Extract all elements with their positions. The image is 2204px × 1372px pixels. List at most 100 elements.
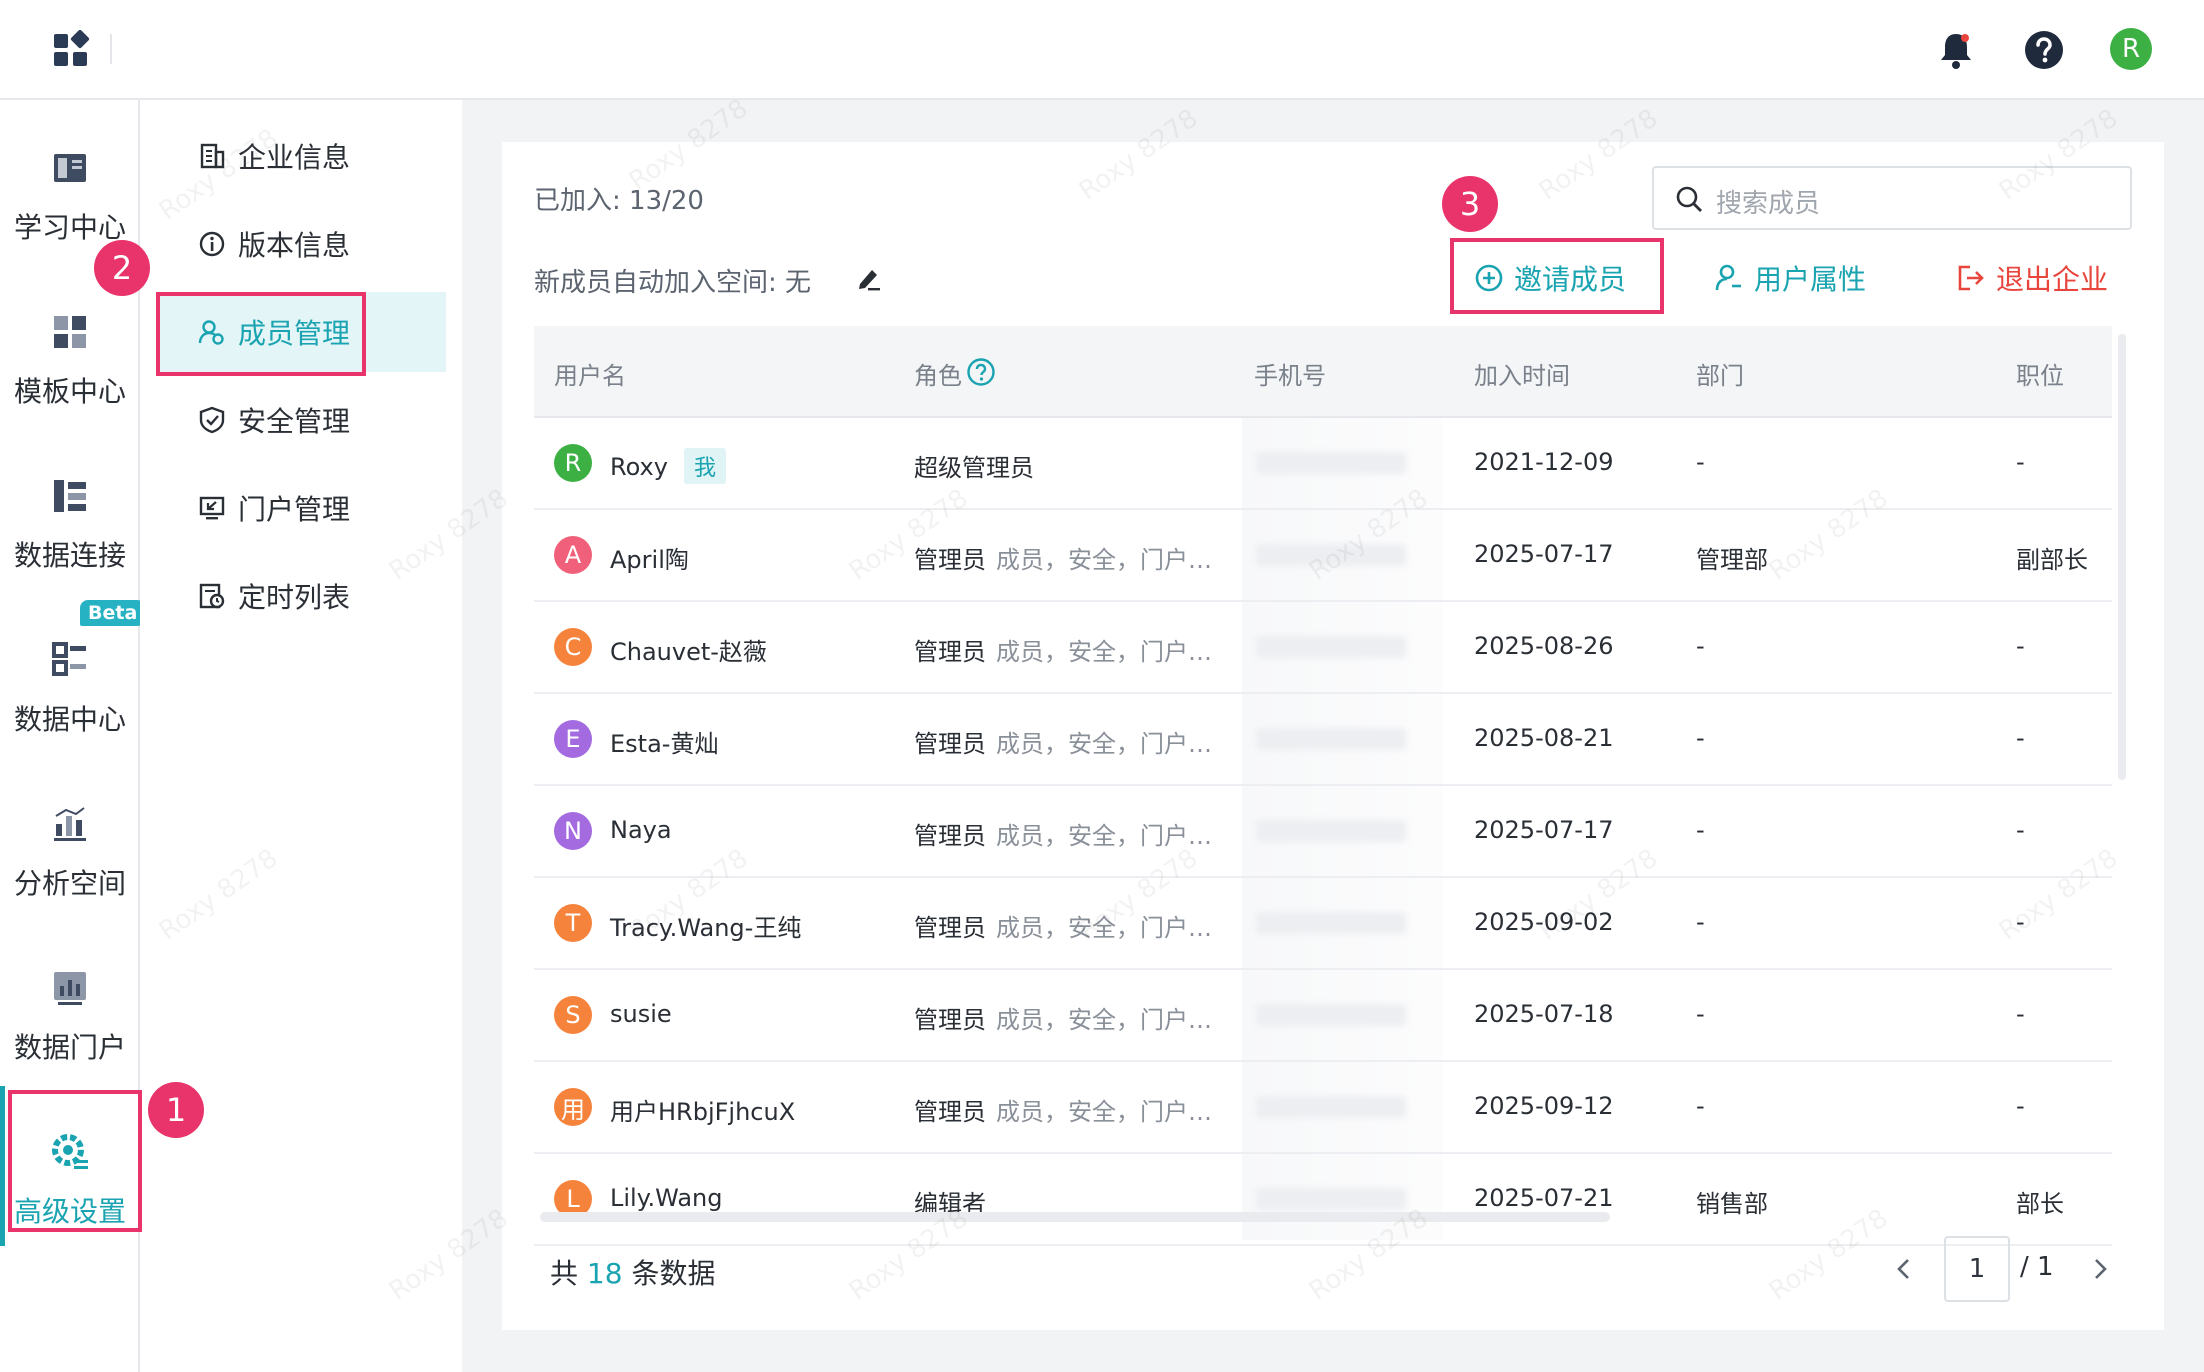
portal-icon [199, 496, 225, 520]
member-phone-redacted [1256, 820, 1406, 842]
member-role: 管理员 [914, 546, 986, 574]
sub-item-version-info[interactable]: 版本信息 [156, 204, 446, 284]
sub-item-label: 版本信息 [238, 229, 351, 262]
highlight-member-management [156, 292, 366, 376]
member-join-date: 2025-07-17 [1474, 816, 1614, 844]
member-role-cell: 管理员 成员，安全，门户… [914, 632, 1212, 667]
beta-badge: Beta [80, 600, 146, 626]
member-department: 管理部 [1696, 546, 1768, 574]
column-header-username: 用户名 [554, 362, 626, 390]
nav-item-template-center[interactable]: 模板中心 [0, 286, 140, 426]
data-center-icon [52, 642, 86, 676]
member-phone-redacted [1256, 728, 1406, 750]
exit-enterprise-button[interactable]: 退出企业 [1956, 258, 2108, 298]
me-tag: 我 [683, 448, 726, 484]
auto-join-space: 新成员自动加入空间: 无 [534, 268, 812, 298]
member-position: 部长 [2016, 1190, 2064, 1218]
table-row[interactable]: L Lily.Wang 编辑者 2025-07-21 销售部 部长 [534, 1154, 2112, 1246]
member-department: - [1696, 1092, 1705, 1120]
divider [110, 34, 112, 64]
member-join-date: 2025-08-26 [1474, 632, 1614, 660]
member-permissions: 成员，安全，门户… [996, 1098, 1212, 1126]
page-number-input[interactable]: 1 [1944, 1236, 2010, 1302]
horizontal-scrollbar[interactable] [540, 1212, 1610, 1222]
member-avatar: R [554, 444, 592, 482]
member-phone-redacted [1256, 544, 1406, 566]
member-join-date: 2025-09-02 [1474, 908, 1614, 936]
member-name: Esta-黄灿 [610, 730, 719, 758]
table-row[interactable]: 用用户HRbjFjhcuX 管理员 成员，安全，门户… 2025-09-12 - - [534, 1062, 2112, 1154]
search-input[interactable]: 搜索成员 [1652, 166, 2132, 230]
template-icon [54, 316, 86, 348]
building-icon [200, 143, 225, 169]
sub-item-label: 安全管理 [238, 405, 351, 438]
nav-item-data-connect[interactable]: 数据连接 [0, 450, 140, 590]
member-department: - [1696, 448, 1705, 476]
member-department: - [1696, 1000, 1705, 1028]
member-name: Roxy [610, 453, 668, 481]
member-role-cell: 管理员 成员，安全，门户… [914, 1000, 1212, 1035]
member-phone-redacted [1256, 1096, 1406, 1118]
step-badge-1: 1 [148, 1082, 204, 1138]
next-page-icon[interactable] [2086, 1252, 2114, 1286]
sub-item-label: 企业信息 [238, 141, 351, 174]
sub-item-company-info[interactable]: 企业信息 [156, 116, 446, 196]
member-name: Chauvet-赵薇 [610, 638, 767, 666]
member-role: 管理员 [914, 1006, 986, 1034]
table-row[interactable]: T Tracy.Wang-王纯 管理员 成员，安全，门户… 2025-09-02 - - [534, 878, 2112, 970]
app-logo-icon[interactable] [52, 30, 92, 70]
sub-item-security-management[interactable]: 安全管理 [156, 380, 446, 460]
member-permissions: 成员，安全，门户… [996, 1006, 1212, 1034]
nav-item-label: 分析空间 [13, 867, 126, 900]
member-role: 管理员 [914, 1098, 986, 1126]
user-attributes-button[interactable]: 用户属性 [1714, 258, 1866, 298]
logout-icon [1958, 265, 1984, 291]
sub-item-label: 门户管理 [238, 493, 351, 526]
total-count: 共 18 条数据 [550, 1252, 715, 1292]
table-row[interactable]: E Esta-黄灿 管理员 成员，安全，门户… 2025-08-21 - - [534, 694, 2112, 786]
step-badge-3: 3 [1442, 176, 1498, 232]
member-name-cell: Esta-黄灿 [610, 724, 718, 759]
member-join-date: 2025-07-18 [1474, 1000, 1614, 1028]
nav-item-data-center[interactable]: 数据中心 [0, 614, 140, 754]
nav-item-analysis-space[interactable]: 分析空间 [0, 778, 140, 918]
table-row[interactable]: R Roxy 我 超级管理员 2021-12-09 - - [534, 418, 2112, 510]
sub-item-portal-management[interactable]: 门户管理 [156, 468, 446, 548]
member-department: - [1696, 632, 1705, 660]
member-position: - [2016, 816, 2025, 844]
portal-chart-icon [54, 972, 86, 1005]
vertical-scrollbar[interactable] [2118, 334, 2126, 780]
member-name: Naya [610, 816, 672, 844]
member-name: 用户HRbjFjhcuX [610, 1098, 796, 1126]
column-header-department: 部门 [1696, 362, 1744, 390]
table-row[interactable]: N Naya 管理员 成员，安全，门户… 2025-07-17 - - [534, 786, 2112, 878]
member-permissions: 成员，安全，门户… [996, 638, 1212, 666]
member-phone-redacted [1256, 452, 1406, 474]
sub-item-schedule-list[interactable]: 定时列表 [156, 556, 446, 636]
member-role-cell: 超级管理员 [914, 448, 1034, 483]
member-name-cell: 用户HRbjFjhcuX [610, 1092, 795, 1127]
prev-page-icon[interactable] [1890, 1252, 1918, 1286]
bell-icon[interactable] [1934, 28, 1978, 72]
table-row[interactable]: A April陶 管理员 成员，安全，门户… 2025-07-17 管理部 副部长 [534, 510, 2112, 602]
member-name-cell: April陶 [610, 540, 689, 575]
member-name-cell: susie [610, 1000, 672, 1028]
table-row[interactable]: C Chauvet-赵薇 管理员 成员，安全，门户… 2025-08-26 - - [534, 602, 2112, 694]
sub-item-label: 定时列表 [238, 581, 351, 614]
member-avatar: A [554, 536, 592, 574]
edit-icon[interactable] [854, 262, 884, 292]
member-join-date: 2021-12-09 [1474, 448, 1614, 476]
member-avatar: N [554, 812, 592, 850]
user-avatar[interactable]: R [2110, 28, 2152, 70]
table-header: 用户名 角色 手机号 加入时间 部门 职位 [534, 326, 2112, 418]
help-icon[interactable] [2022, 28, 2066, 72]
role-help-icon[interactable] [966, 357, 996, 387]
member-role: 管理员 [914, 638, 986, 666]
search-placeholder: 搜索成员 [1716, 189, 1821, 219]
nav-item-data-portal[interactable]: 数据门户 [0, 942, 140, 1082]
member-name-cell: Chauvet-赵薇 [610, 632, 767, 667]
member-role-cell: 管理员 成员，安全，门户… [914, 1092, 1212, 1127]
table-row[interactable]: Ssusie 管理员 成员，安全，门户… 2025-07-18 - - [534, 970, 2112, 1062]
member-join-date: 2025-07-17 [1474, 540, 1614, 568]
highlight-advanced-settings [8, 1090, 142, 1232]
